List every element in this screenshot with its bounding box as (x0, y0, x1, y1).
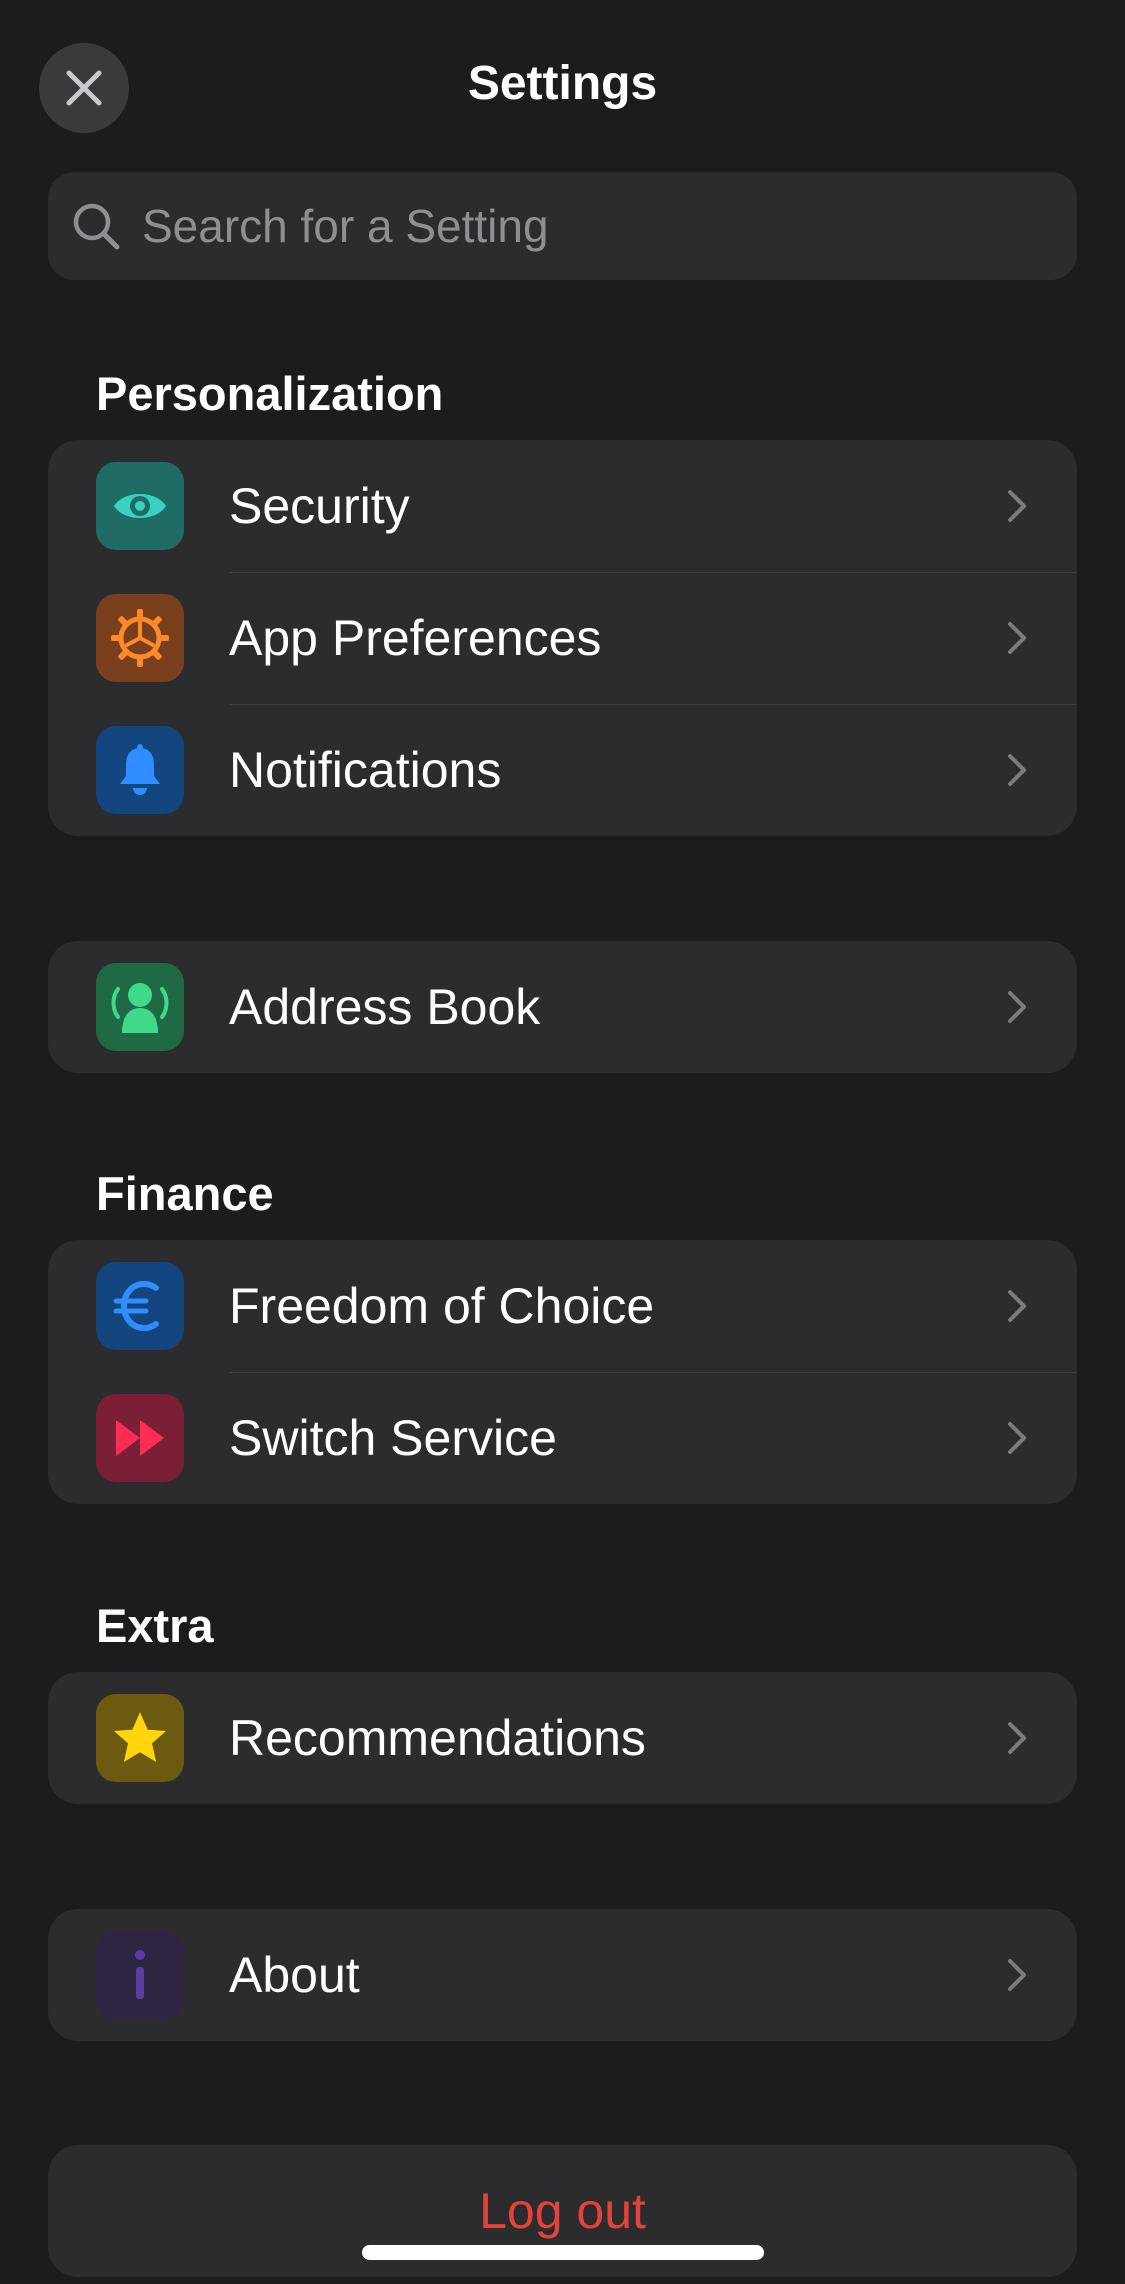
chevron-right-icon (1008, 991, 1026, 1023)
finance-group: Freedom of Choice Switch Service (48, 1240, 1077, 1504)
row-label: Freedom of Choice (229, 1278, 655, 1334)
chevron-right-icon (1008, 1422, 1026, 1454)
row-label: Notifications (229, 742, 502, 798)
row-label: Address Book (229, 979, 541, 1035)
home-indicator[interactable] (362, 2245, 764, 2260)
notifications-icon-tile (96, 726, 184, 814)
section-title-extra: Extra (96, 1599, 214, 1652)
extra-group: Recommendations (48, 1672, 1077, 1804)
chevron-right-icon (1008, 622, 1026, 654)
about-group: About (48, 1909, 1077, 2041)
row-label: App Preferences (229, 610, 602, 666)
settings-row-about[interactable]: About (48, 1909, 1077, 2041)
section-title-finance: Finance (96, 1167, 274, 1220)
row-label: About (229, 1947, 360, 2003)
settings-row-freedom-of-choice[interactable]: Freedom of Choice (48, 1240, 1077, 1372)
section-title-personalization: Personalization (96, 367, 444, 420)
page-title: Settings (467, 57, 658, 110)
info-icon (135, 1950, 145, 1999)
chevron-right-icon (1008, 1959, 1026, 1991)
eye-icon (114, 494, 166, 518)
search-bar[interactable] (48, 172, 1077, 280)
contacts-icon (111, 983, 169, 1033)
app-preferences-icon-tile (96, 594, 184, 682)
about-icon-tile (96, 1931, 184, 2019)
settings-row-security[interactable]: Security (48, 440, 1077, 572)
search-input[interactable] (142, 172, 1077, 280)
row-label: Recommendations (229, 1710, 646, 1766)
fast-forward-icon (116, 1420, 164, 1456)
settings-row-switch-service[interactable]: Switch Service (48, 1372, 1077, 1504)
bell-icon (120, 744, 160, 795)
star-icon (114, 1712, 166, 1762)
chevron-right-icon (1008, 1290, 1026, 1322)
chevron-right-icon (1008, 1722, 1026, 1754)
logout-label: Log out (479, 2183, 646, 2239)
settings-screen: Settings Personalization Security (0, 0, 1125, 2284)
header: Settings (0, 0, 1125, 170)
chevron-right-icon (1008, 754, 1026, 786)
freedom-of-choice-icon-tile (96, 1262, 184, 1350)
security-icon-tile (96, 462, 184, 550)
settings-row-address-book[interactable]: Address Book (48, 941, 1077, 1073)
row-label: Security (229, 478, 410, 534)
personalization-group: Security App Preferences Notifications (48, 440, 1077, 836)
switch-service-icon-tile (96, 1394, 184, 1482)
settings-row-app-preferences[interactable]: App Preferences (48, 572, 1077, 704)
chevron-right-icon (1008, 490, 1026, 522)
settings-row-notifications[interactable]: Notifications (48, 704, 1077, 836)
search-icon (73, 203, 120, 250)
row-label: Switch Service (229, 1410, 557, 1466)
recommendations-icon-tile (96, 1694, 184, 1782)
gear-icon (111, 609, 169, 667)
address-book-group: Address Book (48, 941, 1077, 1073)
euro-icon (113, 1280, 159, 1332)
address-book-icon-tile (96, 963, 184, 1051)
settings-row-recommendations[interactable]: Recommendations (48, 1672, 1077, 1804)
